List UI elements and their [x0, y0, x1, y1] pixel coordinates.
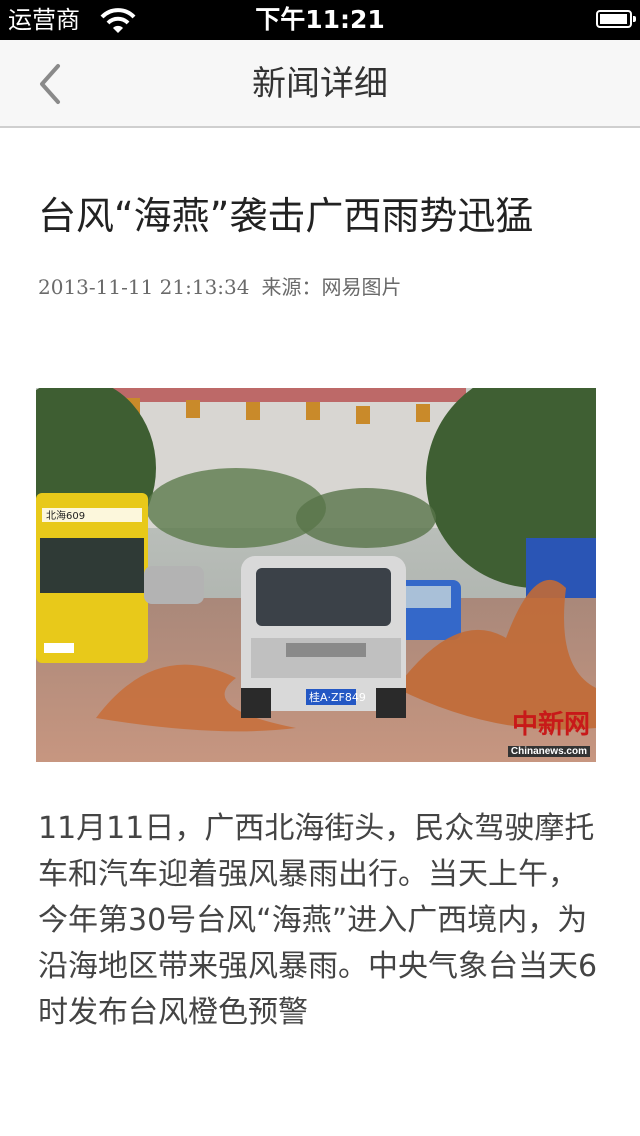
article-image[interactable]: 北海609 桂A·ZF849 中新网 Chinanews.com — [36, 388, 596, 762]
watermark-brand: 中新网 — [511, 710, 590, 740]
article-body: 11月11日，广西北海街头，民众驾驶摩托车和汽车迎着强风暴雨出行。当天上午，今年… — [38, 811, 598, 1030]
status-bar: 运营商 下午11:21 — [0, 0, 640, 40]
image-watermark: 中新网 Chinanews.com — [507, 710, 590, 758]
license-plate: 桂A·ZF849 — [309, 690, 366, 704]
nav-bar: 新闻详细 — [0, 40, 640, 128]
bus-sign: 北海609 — [46, 509, 85, 522]
article-title: 台风“海燕”袭击广西雨势迅猛 — [38, 194, 534, 238]
flood-street-photo: 北海609 桂A·ZF849 — [36, 388, 596, 762]
article-date: 2013-11-11 21:13:34 — [38, 275, 250, 299]
watermark-site: Chinanews.com — [507, 746, 590, 757]
article-meta: 2013-11-11 21:13:34 来源：网易图片 — [38, 272, 602, 302]
article-source: 来源：网易图片 — [261, 275, 402, 299]
battery-icon — [596, 10, 636, 28]
article-header: 台风“海燕”袭击广西雨势迅猛 2013-11-11 21:13:34 来源：网易图… — [38, 190, 602, 302]
battery-level — [600, 14, 627, 24]
status-time: 下午11:21 — [255, 5, 385, 34]
page-title: 新闻详细 — [252, 64, 388, 104]
